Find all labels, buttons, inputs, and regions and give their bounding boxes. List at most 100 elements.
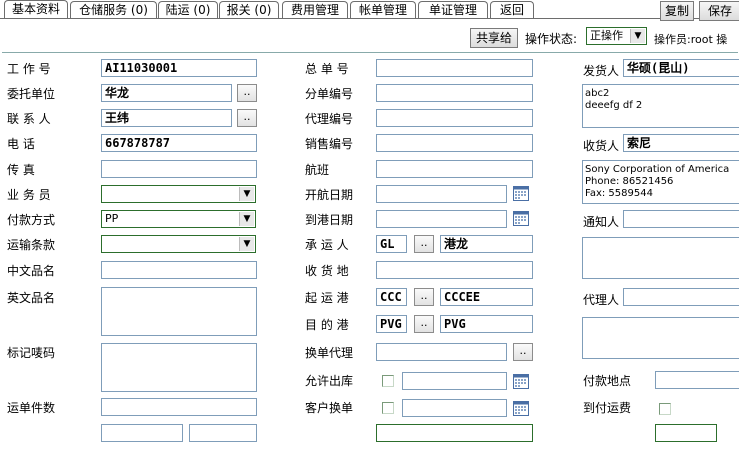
flight-field[interactable] <box>376 160 533 178</box>
notify-textarea[interactable] <box>582 237 739 279</box>
contact-label: 联 系 人 <box>7 112 51 126</box>
payment-value: PP <box>105 212 119 225</box>
master-field[interactable] <box>376 59 533 77</box>
arrive-label: 到港日期 <box>305 213 354 227</box>
tab-label: 报关 (0) <box>226 3 272 17</box>
consignee-label: 收货人 <box>583 139 620 153</box>
tab-customs[interactable]: 报关 (0) <box>219 1 279 18</box>
sales-no-label: 销售编号 <box>305 137 354 151</box>
calendar-icon[interactable] <box>513 401 529 416</box>
pay-place-field[interactable] <box>655 371 739 389</box>
payment-label: 付款方式 <box>7 213 56 227</box>
payment-select[interactable]: PP ▼ <box>101 210 256 228</box>
allow-out-checkbox[interactable] <box>382 375 394 387</box>
client-exchange-date-field[interactable] <box>402 399 507 417</box>
origin-label: 起 运 港 <box>305 291 349 305</box>
sales-no-field[interactable] <box>376 134 533 152</box>
shipper-address-textarea[interactable]: abc2 deeefg df 2 <box>582 84 739 128</box>
copy-button[interactable]: 复制 <box>660 1 694 21</box>
cn-name-label: 中文品名 <box>7 264 56 278</box>
contact-lookup-button[interactable]: .. <box>237 109 257 127</box>
carrier-label: 承 运 人 <box>305 238 349 252</box>
fax-field[interactable] <box>101 160 257 178</box>
collect-freight-checkbox[interactable] <box>659 403 671 415</box>
consignee-address-line: Phone: 86521456 <box>585 176 674 187</box>
consignee-address-textarea[interactable]: Sony Corporation of America Phone: 865214… <box>582 160 739 204</box>
terms-select[interactable]: ▼ <box>101 235 256 253</box>
tab-document-management[interactable]: 单证管理 <box>418 1 488 18</box>
origin-lookup-button[interactable]: .. <box>414 288 434 306</box>
sub-field[interactable] <box>376 84 533 102</box>
pieces-field[interactable] <box>101 398 257 416</box>
notify-field[interactable] <box>623 210 739 228</box>
carrier-name-field[interactable]: 港龙 <box>440 235 533 253</box>
consignee-address-line: Fax: 5589544 <box>585 188 653 199</box>
arrive-date-field[interactable] <box>376 210 507 228</box>
carrier-lookup-button[interactable]: .. <box>414 235 434 253</box>
master-label: 总 单 号 <box>305 62 349 76</box>
client-label: 委托单位 <box>7 87 56 101</box>
origin-name-field[interactable]: CCCEE <box>440 288 533 306</box>
tab-land-transport[interactable]: 陆运 (0) <box>158 1 218 18</box>
agent-label: 代理人 <box>583 293 620 307</box>
tab-bill-management[interactable]: 帐单管理 <box>350 1 416 18</box>
origin-code-field[interactable]: CCC <box>376 288 407 306</box>
client-exchange-checkbox[interactable] <box>382 402 394 414</box>
depart-label: 开航日期 <box>305 188 354 202</box>
terms-label: 运输条款 <box>7 238 56 252</box>
sales-select[interactable]: ▼ <box>101 185 256 203</box>
form-panel-border <box>2 52 738 53</box>
receive-place-field[interactable] <box>376 261 533 279</box>
pay-place-label: 付款地点 <box>583 374 632 388</box>
contact-field[interactable]: 王纬 <box>101 109 232 127</box>
agent-textarea[interactable] <box>582 317 739 359</box>
carrier-code-field[interactable]: GL <box>376 235 407 253</box>
chevron-down-icon: ▼ <box>630 29 645 43</box>
dest-name-field[interactable]: PVG <box>440 315 533 333</box>
tab-label: 基本资料 <box>11 2 60 16</box>
phone-label: 电 话 <box>7 137 35 151</box>
chevron-down-icon: ▼ <box>239 212 254 226</box>
dest-code-field[interactable]: PVG <box>376 315 407 333</box>
dest-lookup-button[interactable]: .. <box>414 315 434 333</box>
pieces-sub-field-1[interactable] <box>101 424 183 442</box>
marks-textarea[interactable] <box>101 343 257 392</box>
depart-date-field[interactable] <box>376 185 507 203</box>
tab-bar-line <box>0 18 739 19</box>
status-value: 正操作 <box>590 29 623 42</box>
tab-label: 费用管理 <box>290 3 339 17</box>
share-button[interactable]: 共享给 <box>470 28 518 48</box>
agent-no-field[interactable] <box>376 109 533 127</box>
consignee-field[interactable]: 索尼 <box>623 134 739 152</box>
sub-label: 分单编号 <box>305 87 354 101</box>
client-exchange-label: 客户换单 <box>305 401 354 415</box>
tab-warehouse[interactable]: 仓储服务 (0) <box>70 1 157 18</box>
shipper-field[interactable]: 华硕(昆山) <box>623 59 739 77</box>
collect-freight-field[interactable] <box>655 424 717 442</box>
job-no-field[interactable]: AI11030001 <box>101 59 257 77</box>
status-label: 操作状态: <box>525 32 578 46</box>
client-field[interactable]: 华龙 <box>101 84 232 102</box>
cn-name-field[interactable] <box>101 261 257 279</box>
tab-fee-management[interactable]: 费用管理 <box>282 1 348 18</box>
tab-back[interactable]: 返回 <box>490 1 534 18</box>
exchange-agent-lookup-button[interactable]: .. <box>513 343 533 361</box>
status-select[interactable]: 正操作 ▼ <box>586 27 647 45</box>
client-lookup-button[interactable]: .. <box>237 84 257 102</box>
calendar-icon[interactable] <box>513 374 529 389</box>
save-button[interactable]: 保存 <box>699 1 739 21</box>
tab-basic-info[interactable]: 基本资料 <box>4 0 68 19</box>
calendar-icon[interactable] <box>513 211 529 226</box>
calendar-icon[interactable] <box>513 186 529 201</box>
tab-label: 帐单管理 <box>358 3 407 17</box>
exchange-agent-field[interactable] <box>376 343 507 361</box>
agent-field[interactable] <box>623 288 739 306</box>
marks-label: 标记唛码 <box>7 346 56 360</box>
en-name-textarea[interactable] <box>101 287 257 336</box>
dest-label: 目 的 港 <box>305 318 349 332</box>
extra-field[interactable] <box>376 424 533 442</box>
phone-field[interactable]: 667878787 <box>101 134 257 152</box>
pieces-sub-field-2[interactable] <box>189 424 257 442</box>
agent-no-label: 代理编号 <box>305 112 354 126</box>
allow-out-date-field[interactable] <box>402 372 507 390</box>
